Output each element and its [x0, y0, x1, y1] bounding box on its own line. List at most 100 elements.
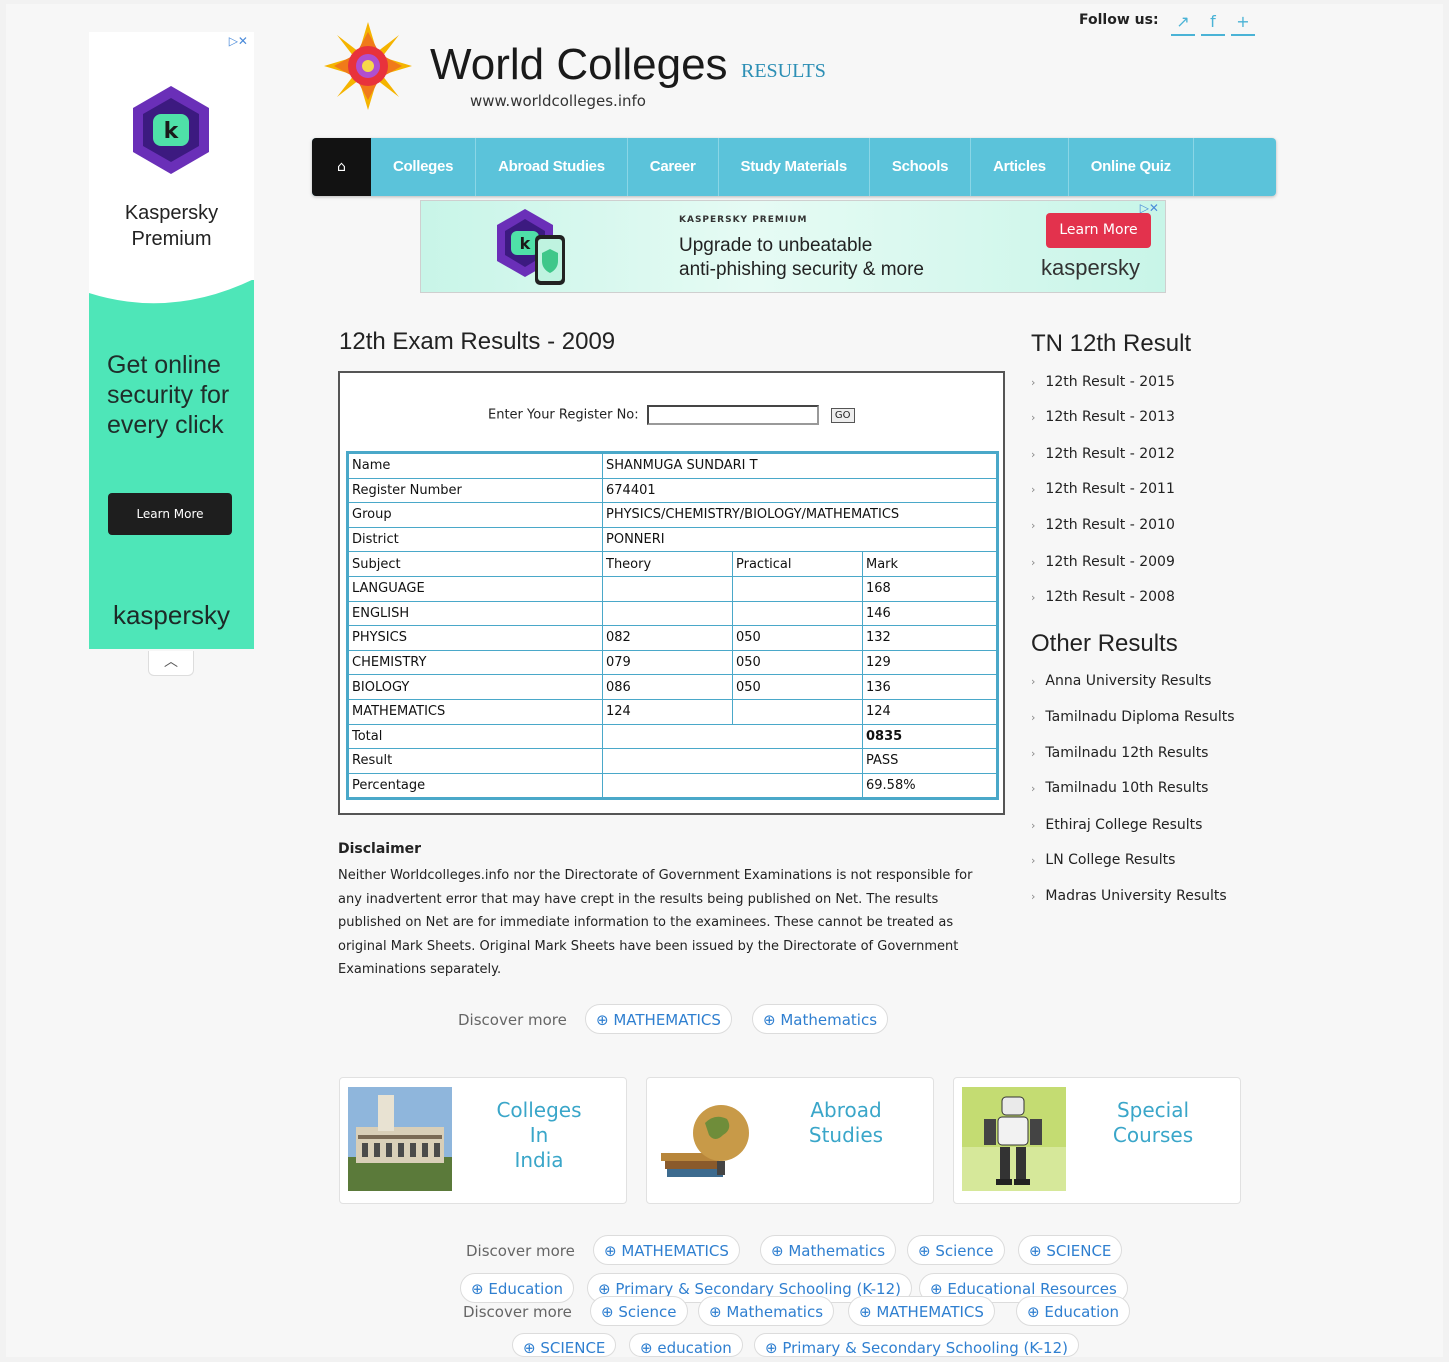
nav-item-colleges[interactable]: Colleges	[371, 138, 477, 196]
ad-collapse-chevron-up-icon[interactable]: ︿	[148, 651, 194, 676]
sidebar-link[interactable]: › LN College Results	[1031, 852, 1175, 868]
side-ad-top: ▷✕ k Kaspersky Premium	[89, 32, 254, 280]
mark-cell: 146	[863, 601, 996, 626]
sidebar-link[interactable]: › 12th Result - 2013	[1031, 409, 1175, 425]
discover-more-label: Discover more	[466, 1242, 575, 1260]
chip-label: MATHEMATICS	[621, 1242, 729, 1260]
group-label: Group	[349, 503, 602, 527]
sidebar-link[interactable]: › 12th Result - 2009	[1031, 554, 1175, 570]
side-ad-learn-more-button[interactable]: Learn More	[108, 493, 232, 535]
sidebar-link[interactable]: › 12th Result - 2012	[1031, 446, 1175, 462]
site-title[interactable]: World Colleges	[430, 40, 728, 90]
chip-label: Science	[935, 1242, 994, 1260]
kaspersky-shield-icon: k	[497, 209, 565, 285]
column-header: Theory	[603, 552, 732, 576]
banner-ad-learn-more-button[interactable]: Learn More	[1046, 213, 1151, 248]
card-special-courses[interactable]: Special Courses	[953, 1077, 1241, 1204]
card-colleges-in-india[interactable]: Colleges In India	[339, 1077, 627, 1204]
topic-chip[interactable]: ⊕ MATHEMATICS	[585, 1004, 732, 1034]
sidebar-link-label: 12th Result - 2012	[1045, 446, 1175, 462]
mark-cell: 132	[863, 626, 996, 650]
follow-us-label: Follow us:	[1079, 12, 1159, 28]
register-number-input[interactable]	[646, 405, 819, 425]
sidebar-link-label: 12th Result - 2008	[1045, 589, 1175, 605]
register-number: 674401	[603, 478, 996, 503]
subject-cell: MATHEMATICS	[349, 699, 602, 724]
card-label: Abroad Studies	[762, 1098, 930, 1148]
robot-image	[962, 1087, 1066, 1191]
table-row: MATHEMATICS 124 124	[349, 699, 996, 724]
nav-item-online-quiz[interactable]: Online Quiz	[1069, 138, 1194, 196]
sidebar-link-label: 12th Result - 2013	[1045, 409, 1175, 425]
card-label-line: Colleges	[496, 1098, 582, 1122]
chevron-right-icon: ›	[1031, 890, 1036, 903]
plus-icon[interactable]: +	[1231, 10, 1255, 36]
sidebar-link[interactable]: › Tamilnadu 12th Results	[1031, 745, 1208, 761]
topic-chip[interactable]: ⊕ SCIENCE	[1018, 1235, 1123, 1265]
banner-ad-tag: KASPERSKY PREMIUM	[679, 215, 808, 225]
topic-chip[interactable]: ⊕ Mathematics	[698, 1296, 835, 1326]
nav-item-articles[interactable]: Articles	[971, 138, 1069, 196]
mark-cell: 129	[863, 650, 996, 675]
table-row: CHEMISTRY 079 050 129	[349, 650, 996, 675]
svg-text:k: k	[520, 234, 531, 253]
sidebar-link[interactable]: › Tamilnadu 10th Results	[1031, 780, 1208, 796]
topic-chip[interactable]: ⊕ Education	[460, 1273, 575, 1303]
topic-chip[interactable]: ⊕ Mathematics	[760, 1235, 897, 1265]
empty-cell	[603, 773, 862, 798]
site-logo-sun-icon[interactable]	[322, 20, 414, 112]
topic-chip[interactable]: ⊕ MATHEMATICS	[848, 1296, 995, 1326]
nav-item-study-materials[interactable]: Study Materials	[719, 138, 870, 196]
sidebar-link[interactable]: › Tamilnadu Diploma Results	[1031, 709, 1235, 725]
topic-chip[interactable]: ⊕ Education	[1016, 1296, 1131, 1326]
sidebar-link[interactable]: › 12th Result - 2011	[1031, 481, 1175, 497]
side-ad[interactable]: ▷✕ k Kaspersky Premium Get online securi…	[89, 32, 254, 649]
sidebar-link[interactable]: › Madras University Results	[1031, 888, 1227, 904]
column-header: Practical	[733, 552, 862, 576]
topic-chip[interactable]: ⊕ Mathematics	[752, 1004, 889, 1034]
register-label: Enter Your Register No:	[488, 407, 639, 423]
empty-cell	[603, 724, 862, 749]
total-value: 0835	[863, 724, 996, 749]
sidebar-link-label: Tamilnadu 10th Results	[1045, 780, 1209, 796]
sidebar-link[interactable]: › Anna University Results	[1031, 673, 1211, 689]
topic-chip[interactable]: ⊕ SCIENCE	[512, 1333, 617, 1357]
sidebar-link[interactable]: › 12th Result - 2015	[1031, 374, 1175, 390]
chip-label: Education	[488, 1280, 564, 1298]
banner-ad[interactable]: ▷✕ k KASPERSKY PREMIUM Upgrade to unbeat…	[420, 200, 1166, 293]
nav-item-schools[interactable]: Schools	[870, 138, 972, 196]
nav-item-abroad-studies[interactable]: Abroad Studies	[476, 138, 628, 196]
card-label-line: Special	[1116, 1098, 1190, 1122]
page-title: 12th Exam Results - 2009	[339, 328, 616, 355]
topic-chip[interactable]: ⊕ Science	[907, 1235, 1005, 1265]
topic-chip[interactable]: ⊕ Science	[590, 1296, 688, 1326]
chip-label: SCIENCE	[1046, 1242, 1112, 1260]
mark-cell: 168	[863, 576, 996, 601]
chevron-right-icon: ›	[1031, 411, 1036, 424]
theory-cell: 079	[603, 650, 732, 675]
card-abroad-studies[interactable]: Abroad Studies	[646, 1077, 934, 1204]
go-button[interactable]: GO	[830, 407, 855, 423]
column-header: Subject	[349, 552, 602, 576]
nav-item-career[interactable]: Career	[628, 138, 719, 196]
sidebar-link-label: Ethiraj College Results	[1045, 817, 1203, 833]
facebook-icon[interactable]: f	[1201, 10, 1225, 36]
sidebar-link-label: Anna University Results	[1045, 673, 1212, 689]
sidebar-link[interactable]: › 12th Result - 2010	[1031, 517, 1175, 533]
kaspersky-logo-icon: k	[133, 86, 209, 174]
adchoices-icon[interactable]: ▷✕	[229, 34, 248, 48]
banner-ad-copy-line2: anti-phishing security & more	[679, 259, 924, 280]
share-icon[interactable]: ↗	[1171, 10, 1195, 36]
total-label: Total	[349, 724, 602, 749]
chip-label: MATHEMATICS	[876, 1303, 984, 1321]
home-icon[interactable]: ⌂	[312, 138, 371, 196]
sidebar-link[interactable]: › 12th Result - 2008	[1031, 589, 1175, 605]
topic-chip[interactable]: ⊕ education	[629, 1333, 743, 1357]
theory-cell: 082	[603, 626, 732, 650]
college-building-image	[348, 1087, 452, 1191]
side-ad-green-panel: Get online security for every click Lear…	[89, 279, 254, 649]
sidebar-link[interactable]: › Ethiraj College Results	[1031, 817, 1202, 833]
topic-chip[interactable]: ⊕ MATHEMATICS	[593, 1235, 740, 1265]
topic-chip[interactable]: ⊕ Primary & Secondary Schooling (K-12)	[754, 1333, 1079, 1357]
sidebar-link-label: LN College Results	[1045, 852, 1176, 868]
